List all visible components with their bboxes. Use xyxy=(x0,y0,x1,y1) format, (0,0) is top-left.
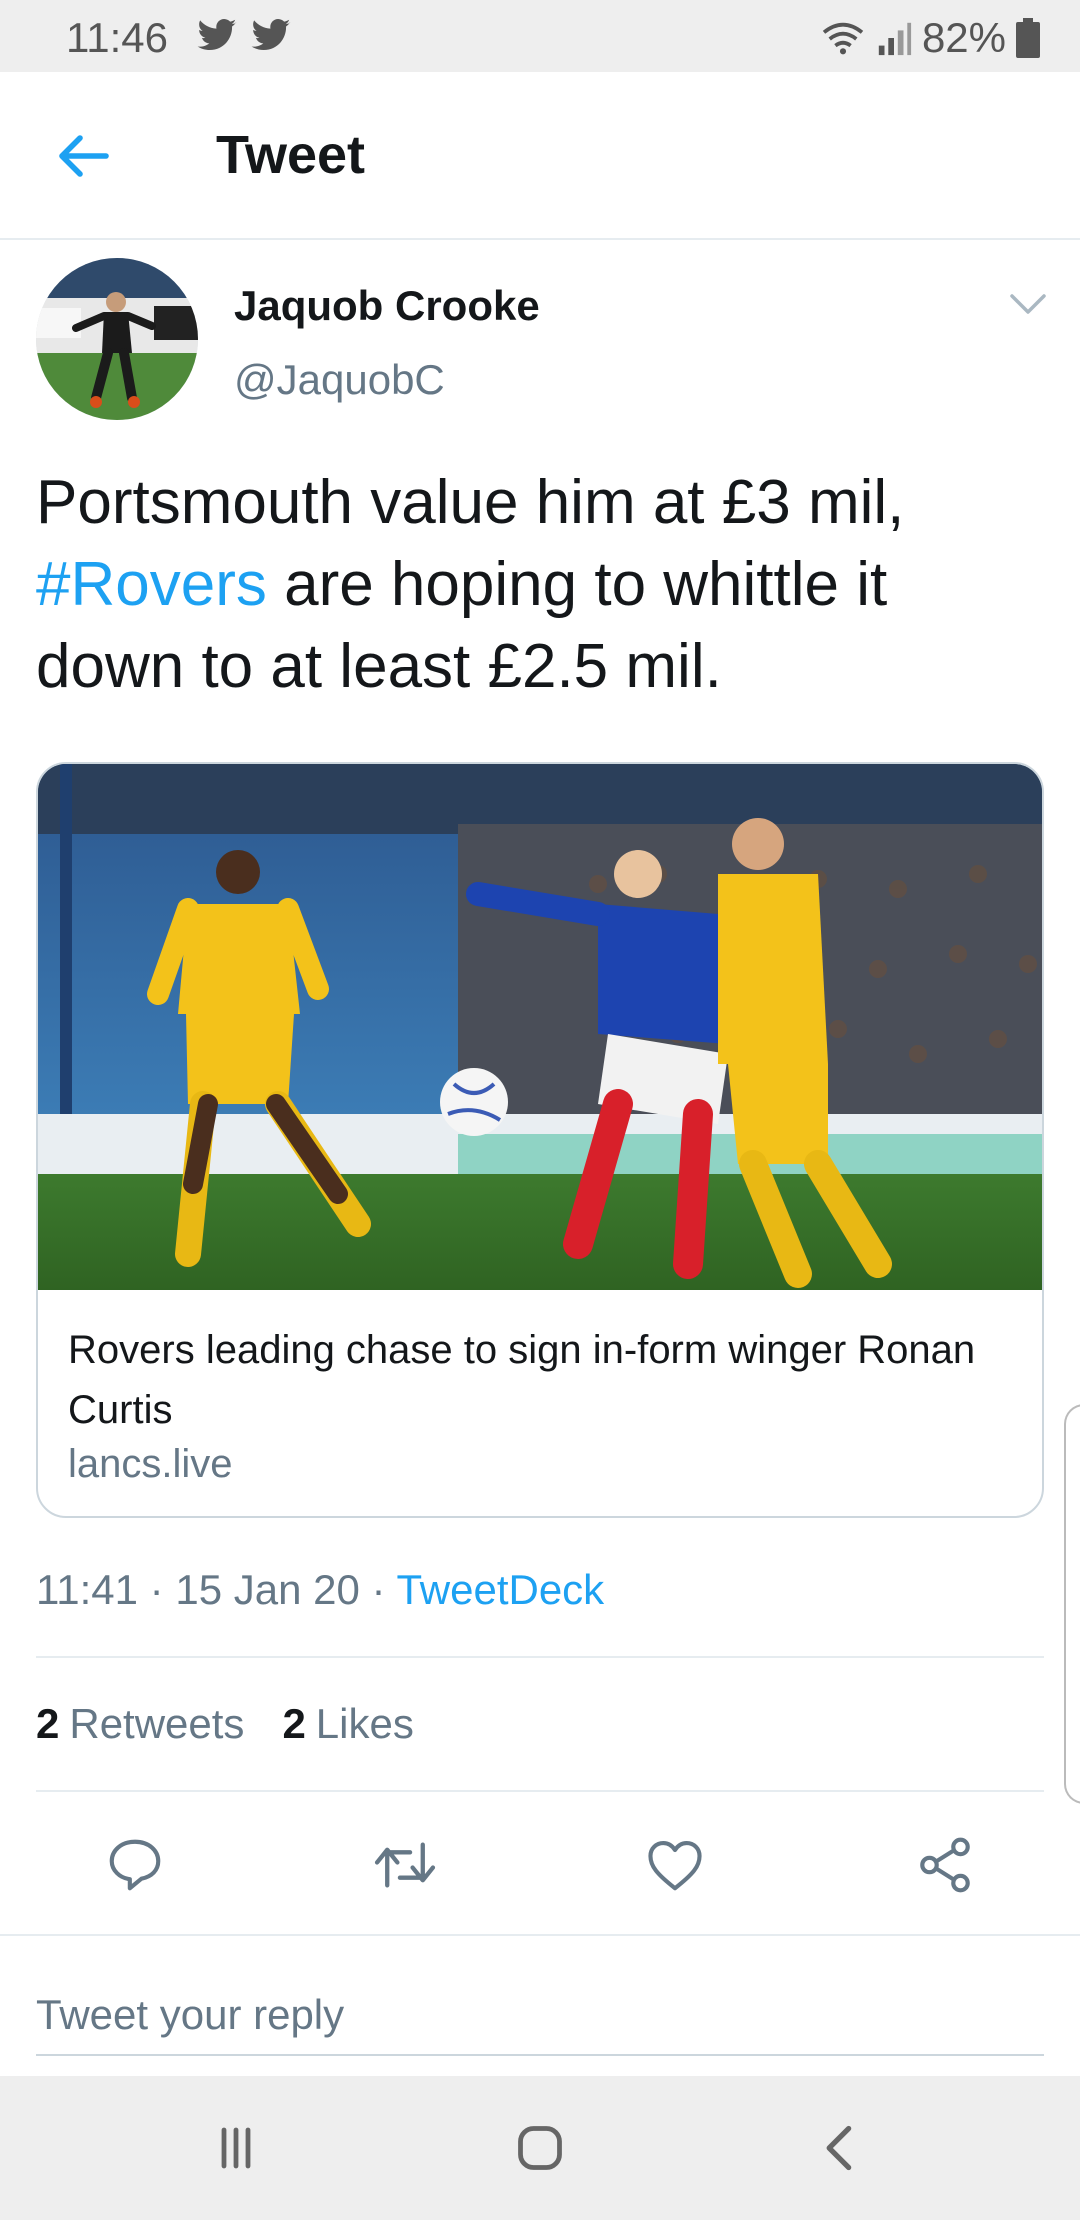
recent-apps-icon xyxy=(221,2127,251,2169)
status-bar: 11:46 82% xyxy=(0,0,1080,72)
divider xyxy=(36,1656,1044,1658)
retweets-label: Retweets xyxy=(69,1700,245,1747)
signal-icon xyxy=(878,22,912,56)
action-bar xyxy=(0,1820,1080,1920)
back-chevron-icon xyxy=(826,2125,852,2171)
notification-icons xyxy=(196,18,292,54)
author-handle[interactable]: @JaquobC xyxy=(234,356,445,404)
meta-separator: · xyxy=(149,1566,164,1613)
heart-icon xyxy=(648,1840,702,1891)
chevron-down-icon[interactable] xyxy=(1008,290,1048,320)
tweet-text: Portsmouth value him at £3 mil, #Rovers … xyxy=(36,462,1046,708)
battery-percent: 82% xyxy=(921,14,1006,61)
status-right: 82% xyxy=(820,14,1040,62)
avatar[interactable] xyxy=(36,258,198,420)
divider xyxy=(0,1934,1080,1936)
share-icon xyxy=(920,1837,970,1893)
tweet-time: 11:41 xyxy=(36,1566,138,1613)
source-link[interactable]: TweetDeck xyxy=(396,1566,604,1613)
home-icon xyxy=(518,2126,562,2170)
reply-button[interactable] xyxy=(90,1820,180,1910)
share-button[interactable] xyxy=(900,1820,990,1910)
scroll-handle[interactable] xyxy=(1064,1404,1080,1804)
reply-icon xyxy=(109,1839,161,1891)
twitter-notification-icon xyxy=(251,19,291,50)
app-bar: Tweet xyxy=(0,72,1080,240)
link-card[interactable]: Rovers leading chase to sign in-form win… xyxy=(36,762,1044,1518)
likes-stat[interactable]: 2 Likes xyxy=(282,1700,413,1748)
like-button[interactable] xyxy=(630,1820,720,1910)
wifi-icon xyxy=(822,22,864,55)
back-nav-button[interactable] xyxy=(800,2112,880,2184)
tweet-stats: 2 Retweets 2 Likes xyxy=(36,1700,414,1748)
page-title: Tweet xyxy=(216,125,366,185)
back-button[interactable] xyxy=(48,120,120,192)
status-time: 11:46 xyxy=(66,14,168,61)
card-title: Rovers leading chase to sign in-form win… xyxy=(68,1328,976,1432)
likes-count: 2 xyxy=(282,1700,306,1747)
twitter-notification-icon xyxy=(197,19,237,50)
retweets-count: 2 xyxy=(36,1700,60,1747)
arrow-left-icon xyxy=(59,135,109,177)
card-image xyxy=(38,764,1042,1290)
likes-label: Likes xyxy=(315,1700,414,1747)
author-name[interactable]: Jaquob Crooke xyxy=(234,282,540,330)
meta-separator: · xyxy=(371,1566,386,1613)
tweet-meta: 11:41 · 15 Jan 20 · TweetDeck xyxy=(36,1566,604,1614)
system-nav-bar xyxy=(0,2076,1080,2220)
tweet-text-part: Portsmouth value him at £3 mil, xyxy=(36,468,905,537)
reply-input[interactable] xyxy=(36,1976,1044,2056)
retweets-stat[interactable]: 2 Retweets xyxy=(36,1700,244,1748)
battery-icon xyxy=(1016,18,1040,58)
recent-apps-button[interactable] xyxy=(196,2112,276,2184)
retweet-button[interactable] xyxy=(360,1820,450,1910)
divider xyxy=(36,1790,1044,1792)
retweet-icon xyxy=(374,1842,436,1888)
card-domain: lancs.live xyxy=(68,1442,233,1486)
hashtag-link[interactable]: #Rovers xyxy=(36,550,267,619)
tweet-date: 15 Jan 20 xyxy=(175,1566,360,1613)
home-button[interactable] xyxy=(500,2112,580,2184)
